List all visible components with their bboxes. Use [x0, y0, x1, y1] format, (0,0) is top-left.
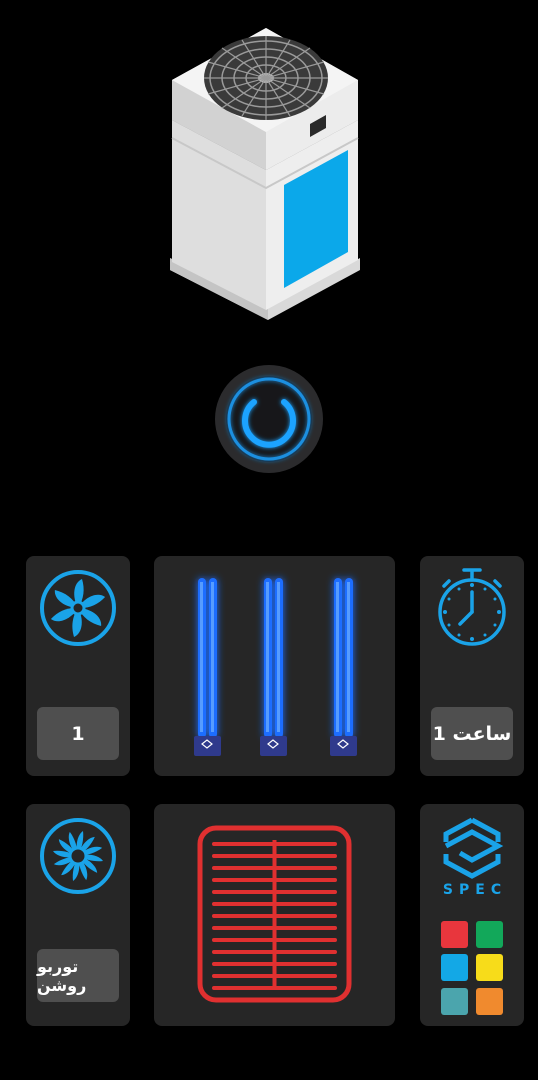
swatch-teal[interactable] [441, 988, 468, 1015]
uv-lamp-icon [194, 578, 357, 756]
swatch-blue[interactable] [441, 954, 468, 981]
spec-logo-icon [443, 817, 504, 879]
timer-card[interactable]: 1 ساعت [420, 556, 524, 776]
turbo-card[interactable]: توربو روشن [26, 804, 130, 1026]
power-icon [215, 365, 323, 473]
swatch-orange[interactable] [476, 988, 503, 1015]
heater-card[interactable] [154, 804, 395, 1026]
purifier-device-icon [170, 28, 360, 320]
turbo-fan-icon [40, 818, 116, 894]
swatch-green[interactable] [476, 921, 503, 948]
swatch-yellow[interactable] [476, 954, 503, 981]
fan-icon [40, 570, 116, 646]
heater-grid-icon [197, 825, 352, 1003]
swatch-red[interactable] [441, 921, 468, 948]
power-button[interactable] [214, 364, 324, 474]
timer-value: 1 ساعت [431, 707, 513, 760]
fan-speed-value: 1 [37, 707, 119, 760]
turbo-label: توربو روشن [37, 949, 119, 1002]
uv-lamp-card[interactable] [154, 556, 395, 776]
brand-card[interactable]: SPEC [420, 804, 524, 1026]
brand-name: SPEC [442, 882, 508, 898]
stopwatch-icon [438, 568, 506, 646]
fan-speed-card[interactable]: 1 [26, 556, 130, 776]
